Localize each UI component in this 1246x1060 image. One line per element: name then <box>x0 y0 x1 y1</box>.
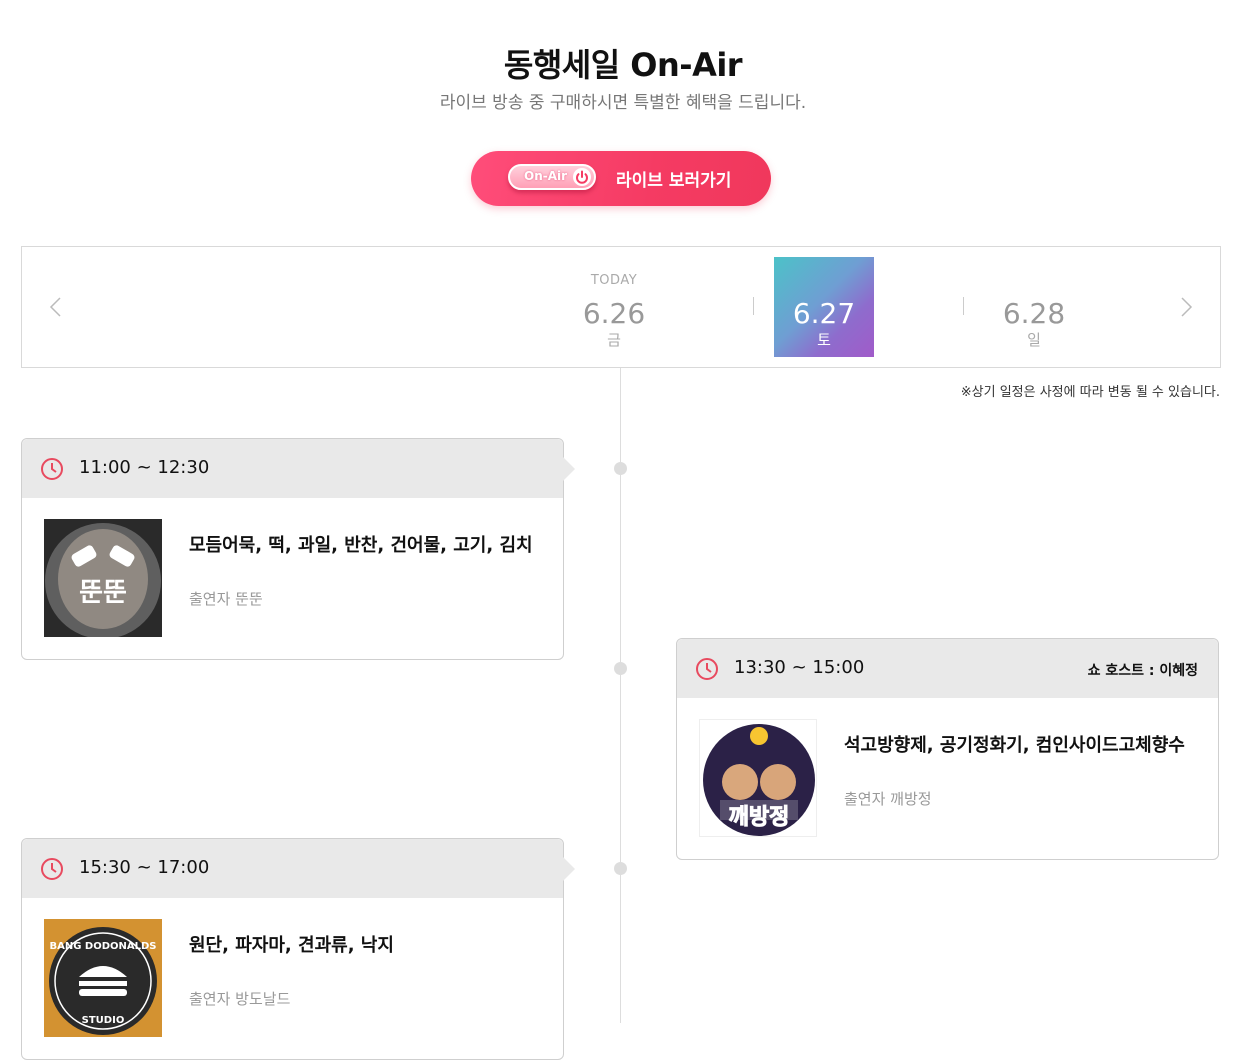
schedule-card[interactable]: 15:30 ~ 17:00 BANG DODONALDS STUDIO 원단, … <box>21 838 575 1060</box>
power-icon <box>573 168 591 186</box>
day-of-week: 금 <box>607 331 621 349</box>
date-tab-0627[interactable]: 6.27 토 <box>774 257 874 357</box>
thumbnail-text: BANG DODONALDS <box>49 941 156 952</box>
schedule-card-header: 15:30 ~ 17:00 <box>22 839 563 898</box>
thumbnail-subtext: STUDIO <box>82 1015 125 1026</box>
on-air-badge: On-Air <box>508 164 596 190</box>
page-title: 동행세일 On-Air <box>503 46 743 84</box>
thumbnail-text: 뚠뚠 <box>79 578 127 608</box>
chevron-right-icon[interactable] <box>1178 295 1194 319</box>
broadcast-time: 15:30 ~ 17:00 <box>79 857 210 878</box>
show-host: 쇼 호스트 : 이혜정 <box>1087 663 1198 679</box>
performer-name: 출연자 깨방정 <box>844 790 932 808</box>
date-tab-0628[interactable]: 6.28 일 <box>984 257 1084 357</box>
day-of-week: 일 <box>1027 331 1041 349</box>
broadcast-time: 13:30 ~ 15:00 <box>734 657 865 678</box>
performer-thumbnail[interactable]: BANG DODONALDS STUDIO <box>44 919 162 1037</box>
thumbnail-text: 깨방정 <box>729 805 790 830</box>
broadcast-time: 11:00 ~ 12:30 <box>79 457 210 478</box>
product-list[interactable]: 모듬어묵, 떡, 과일, 반찬, 건어물, 고기, 김치 <box>189 531 533 557</box>
today-label: TODAY <box>590 273 638 288</box>
date-tab-0626[interactable]: TODAY 6.26 금 <box>564 257 664 357</box>
date-navigator: TODAY 6.26 금 6.27 토 6.28 일 <box>21 246 1221 368</box>
schedule-notice: ※상기 일정은 사정에 따라 변동 될 수 있습니다. <box>960 385 1220 400</box>
timeline-dot <box>614 662 627 675</box>
date-divider <box>753 297 754 315</box>
date-divider <box>963 297 964 315</box>
live-watch-button[interactable]: On-Air 라이브 보러가기 <box>471 151 771 206</box>
day-of-week: 토 <box>817 331 831 349</box>
on-air-badge-label: On-Air <box>524 169 568 183</box>
card-pointer <box>563 457 575 481</box>
clock-icon <box>41 858 63 880</box>
card-pointer <box>563 857 575 881</box>
performer-thumbnail[interactable]: 뚠뚠 <box>44 519 162 637</box>
schedule-card-header: 11:00 ~ 12:30 <box>22 439 563 498</box>
product-list[interactable]: 원단, 파자마, 견과류, 낙지 <box>189 931 394 957</box>
page-subtitle: 라이브 방송 중 구매하시면 특별한 혜택을 드립니다. <box>439 93 807 113</box>
performer-name: 출연자 방도날드 <box>189 990 291 1008</box>
schedule-card-header: 13:30 ~ 15:00 쇼 호스트 : 이혜정 <box>677 639 1218 698</box>
schedule-card[interactable]: 11:00 ~ 12:30 뚠뚠 모듬어묵, 떡, 과일, 반찬, 건어물, 고… <box>21 438 575 660</box>
timeline-dot <box>614 862 627 875</box>
clock-icon <box>41 458 63 480</box>
product-list[interactable]: 석고방향제, 공기정화기, 컴인사이드고체향수 <box>844 731 1185 757</box>
clock-icon <box>696 658 718 680</box>
live-button-label: 라이브 보러가기 <box>616 171 732 191</box>
date-number: 6.28 <box>1002 297 1066 330</box>
schedule-card[interactable]: 13:30 ~ 15:00 쇼 호스트 : 이혜정 깨방정 석고방향제, 공기정… <box>676 638 1219 860</box>
chevron-left-icon[interactable] <box>48 295 64 319</box>
timeline-dot <box>614 462 627 475</box>
performer-thumbnail[interactable]: 깨방정 <box>699 719 817 837</box>
performer-name: 출연자 뚠뚠 <box>189 590 263 608</box>
date-number: 6.27 <box>792 297 856 330</box>
date-number: 6.26 <box>582 297 646 330</box>
